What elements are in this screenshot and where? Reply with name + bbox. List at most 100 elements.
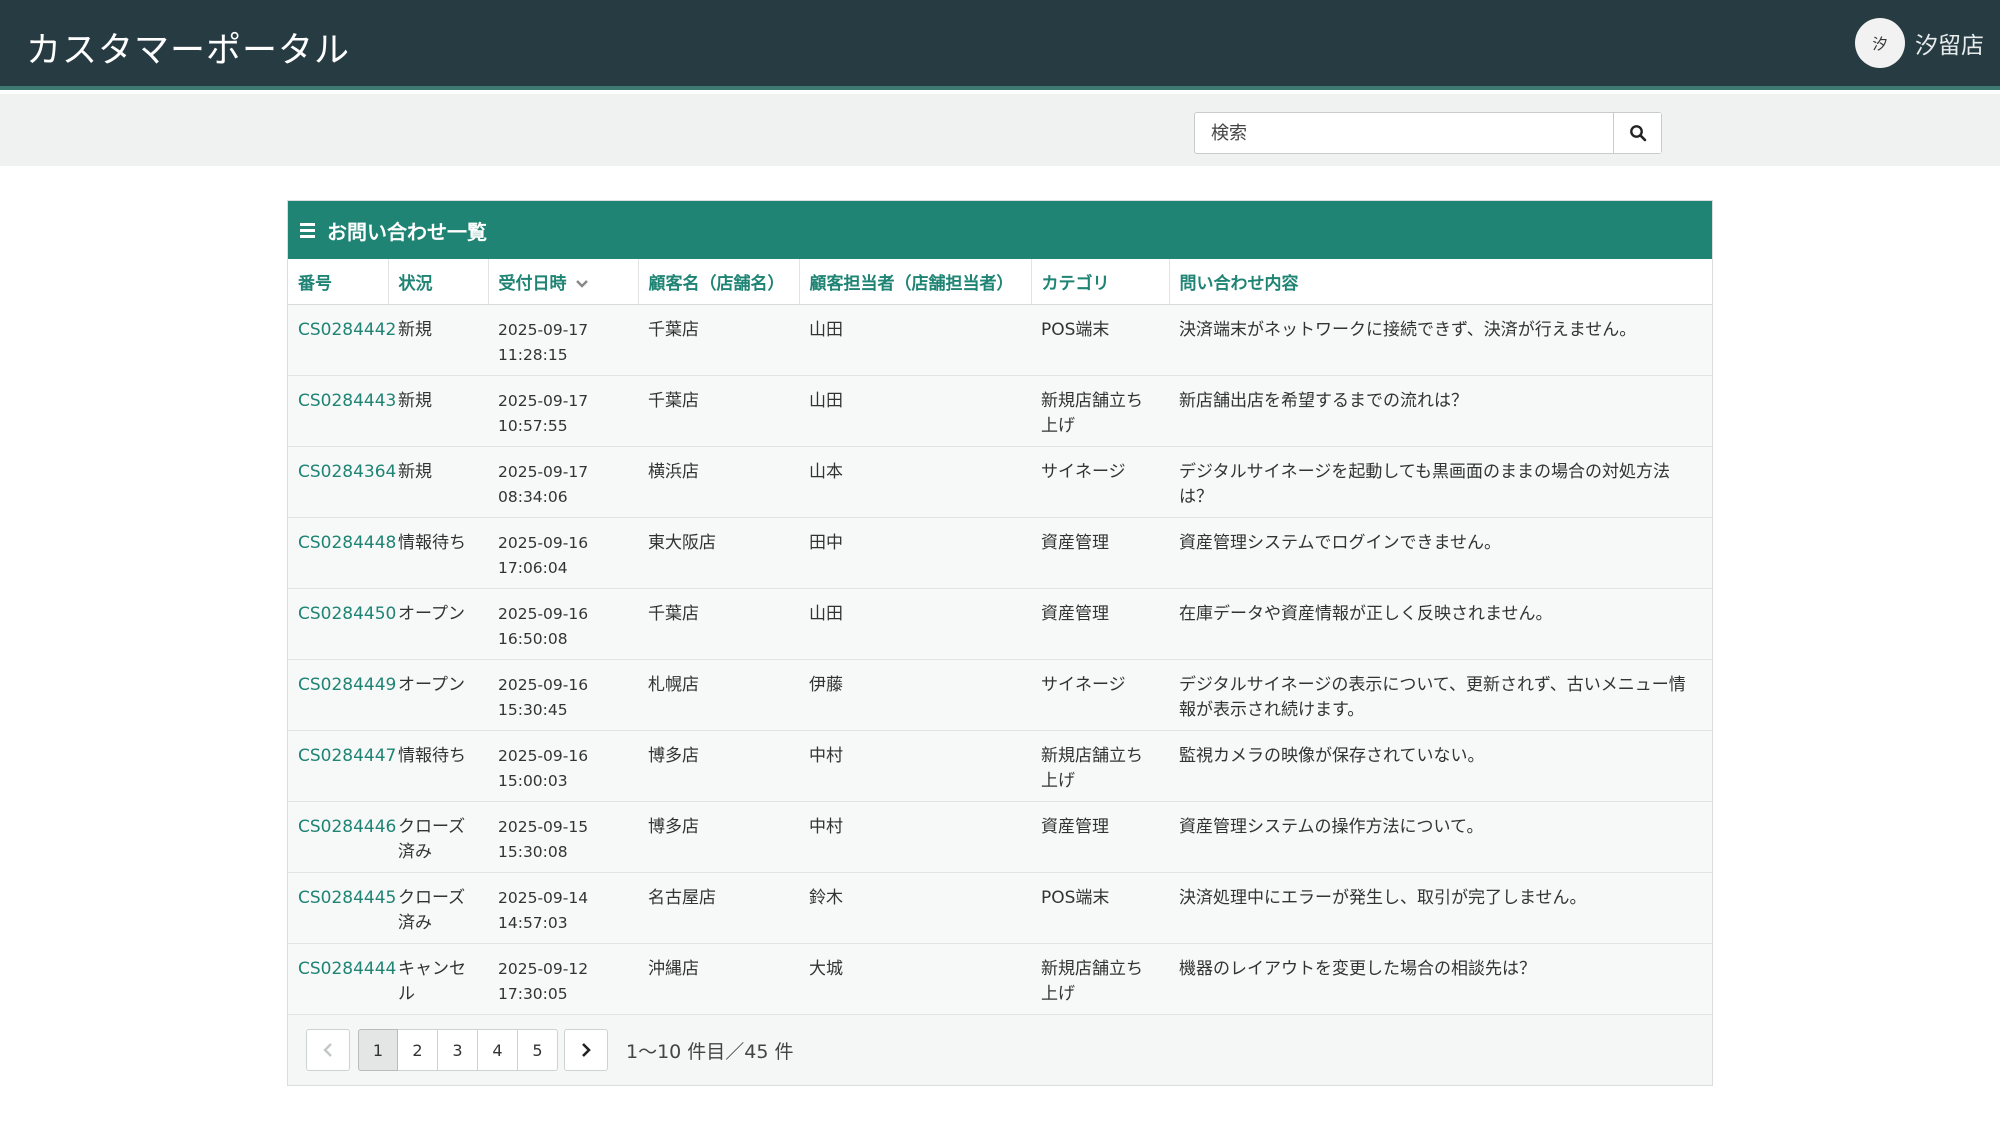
cell-category: サイネージ (1031, 446, 1169, 518)
received-date: 2025-09-17 (498, 392, 589, 410)
chevron-right-icon (582, 1043, 591, 1057)
list-icon (300, 222, 315, 238)
cell-contact: 山田 (799, 375, 1031, 447)
cell-number: CS0284448 (288, 517, 396, 589)
cell-customer: 沖縄店 (638, 943, 799, 1015)
cell-contact: 伊藤 (799, 659, 1031, 731)
inquiry-id-link[interactable]: CS0284364 (298, 462, 396, 482)
table-row[interactable]: CS0284448 情報待ち 2025-09-16 17:06:04 東大阪店 田中 資産管… (288, 517, 1712, 589)
cell-category: サイネージ (1031, 659, 1169, 731)
column-header-number[interactable]: 番号 (288, 259, 389, 305)
cell-received-at: 2025-09-17 11:28:15 (488, 304, 638, 376)
cell-content: 新店舗出店を希望するまでの流れは？ (1169, 375, 1712, 447)
cell-status: オープン (388, 659, 488, 731)
cell-content: デジタルサイネージを起動しても黒画面のままの場合の対処方法は？ (1169, 446, 1712, 518)
received-date: 2025-09-12 (498, 960, 589, 978)
received-date: 2025-09-15 (498, 818, 589, 836)
search-icon (1629, 125, 1646, 142)
received-time: 17:06:04 (498, 559, 568, 577)
cell-contact: 中村 (799, 801, 1031, 873)
cell-received-at: 2025-09-16 15:30:45 (488, 659, 638, 731)
table-row[interactable]: CS0284447 情報待ち 2025-09-16 15:00:03 博多店 中村 新規店舗… (288, 730, 1712, 802)
received-time: 15:30:45 (498, 701, 568, 719)
inquiry-id-link[interactable]: CS0284448 (298, 533, 396, 553)
cell-received-at: 2025-09-12 17:30:05 (488, 943, 638, 1015)
cell-category: 新規店舗立ち上げ (1031, 730, 1169, 802)
inquiry-id-link[interactable]: CS0284450 (298, 604, 396, 624)
cell-status: クローズ済み (388, 872, 488, 944)
received-date: 2025-09-16 (498, 605, 589, 623)
page-2-button[interactable]: 2 (398, 1029, 438, 1071)
cell-category: 資産管理 (1031, 517, 1169, 589)
cell-number: CS0284364 (288, 446, 396, 518)
inquiry-id-link[interactable]: CS0284445 (298, 888, 396, 908)
user-menu[interactable]: 汐 汐留店 (1855, 18, 1984, 68)
table-row[interactable]: CS0284446 クローズ済み 2025-09-15 15:30:08 博多店 中村 資産… (288, 801, 1712, 873)
app-title[interactable]: カスタマーポータル (26, 22, 350, 73)
table-row[interactable]: CS0284364 新規 2025-09-17 08:34:06 横浜店 山本 サイネージデ… (288, 446, 1712, 518)
received-time: 15:00:03 (498, 772, 568, 790)
page-5-button[interactable]: 5 (518, 1029, 558, 1071)
cell-customer: 千葉店 (638, 375, 799, 447)
column-header-customer[interactable]: 顧客名（店舗名） (638, 259, 800, 305)
page-3-button[interactable]: 3 (438, 1029, 478, 1071)
search-button[interactable] (1613, 113, 1661, 153)
table-row[interactable]: CS0284449 オープン 2025-09-16 15:30:45 札幌店 伊藤 サイネー… (288, 659, 1712, 731)
page-1-button[interactable]: 1 (358, 1029, 398, 1071)
table-row[interactable]: CS0284445 クローズ済み 2025-09-14 14:57:03 名古屋店 鈴木 P… (288, 872, 1712, 944)
received-date: 2025-09-16 (498, 747, 589, 765)
pagination: 12345 1〜10 件目／45 件 (288, 1015, 1712, 1085)
cell-received-at: 2025-09-17 08:34:06 (488, 446, 638, 518)
inquiry-id-link[interactable]: CS0284446 (298, 817, 396, 837)
cell-status: 情報待ち (388, 730, 488, 802)
table-row[interactable]: CS0284442 新規 2025-09-17 11:28:15 千葉店 山田 POS端末決… (288, 304, 1712, 376)
column-header-content[interactable]: 問い合わせ内容 (1169, 259, 1712, 305)
cell-content: 在庫データや資産情報が正しく反映されません。 (1169, 588, 1712, 660)
inquiry-id-link[interactable]: CS0284443 (298, 391, 396, 411)
cell-content: 決済端末がネットワークに接続できず、決済が行えません。 (1169, 304, 1712, 376)
cell-content: 資産管理システムの操作方法について。 (1169, 801, 1712, 873)
search-bar (0, 94, 2000, 166)
avatar[interactable]: 汐 (1855, 18, 1905, 68)
cell-customer: 博多店 (638, 801, 799, 873)
inquiry-id-link[interactable]: CS0284447 (298, 746, 396, 766)
column-header-contact[interactable]: 顧客担当者（店舗担当者） (799, 259, 1032, 305)
search-input[interactable] (1195, 113, 1613, 153)
cell-received-at: 2025-09-16 15:00:03 (488, 730, 638, 802)
inquiry-id-link[interactable]: CS0284449 (298, 675, 396, 695)
sort-descending-icon[interactable] (575, 279, 589, 289)
table-row[interactable]: CS0284444 キャンセル 2025-09-12 17:30:05 沖縄店 大城 新規店… (288, 943, 1712, 1015)
cell-status: 新規 (388, 304, 488, 376)
cell-number: CS0284443 (288, 375, 396, 447)
cell-received-at: 2025-09-14 14:57:03 (488, 872, 638, 944)
cell-content: 監視カメラの映像が保存されていない。 (1169, 730, 1712, 802)
cell-content: 決済処理中にエラーが発生し、取引が完了しません。 (1169, 872, 1712, 944)
search-box (1194, 112, 1662, 154)
user-name[interactable]: 汐留店 (1915, 26, 1984, 60)
column-header-received-at[interactable]: 受付日時 (488, 259, 639, 305)
received-date: 2025-09-17 (498, 321, 589, 339)
top-navbar: カスタマーポータル 汐 汐留店 (0, 0, 2000, 90)
inquiry-id-link[interactable]: CS0284442 (298, 320, 396, 340)
received-date: 2025-09-16 (498, 534, 589, 552)
cell-customer: 札幌店 (638, 659, 799, 731)
prev-page-button[interactable] (306, 1029, 350, 1071)
column-header-status[interactable]: 状況 (388, 259, 489, 305)
table-row[interactable]: CS0284443 新規 2025-09-17 10:57:55 千葉店 山田 新規店舗立ち… (288, 375, 1712, 447)
received-time: 14:57:03 (498, 914, 568, 932)
cell-contact: 山田 (799, 304, 1031, 376)
cell-category: 資産管理 (1031, 801, 1169, 873)
inquiry-id-link[interactable]: CS0284444 (298, 959, 396, 979)
received-time: 17:30:05 (498, 985, 568, 1003)
table-row[interactable]: CS0284450 オープン 2025-09-16 16:50:08 千葉店 山田 資産管理… (288, 588, 1712, 660)
next-page-button[interactable] (564, 1029, 608, 1071)
chevron-left-icon (323, 1043, 332, 1057)
cell-category: 新規店舗立ち上げ (1031, 943, 1169, 1015)
received-date: 2025-09-14 (498, 889, 589, 907)
cell-number: CS0284449 (288, 659, 396, 731)
received-time: 15:30:08 (498, 843, 568, 861)
cell-contact: 鈴木 (799, 872, 1031, 944)
cell-customer: 東大阪店 (638, 517, 799, 589)
column-header-category[interactable]: カテゴリ (1031, 259, 1170, 305)
page-4-button[interactable]: 4 (478, 1029, 518, 1071)
